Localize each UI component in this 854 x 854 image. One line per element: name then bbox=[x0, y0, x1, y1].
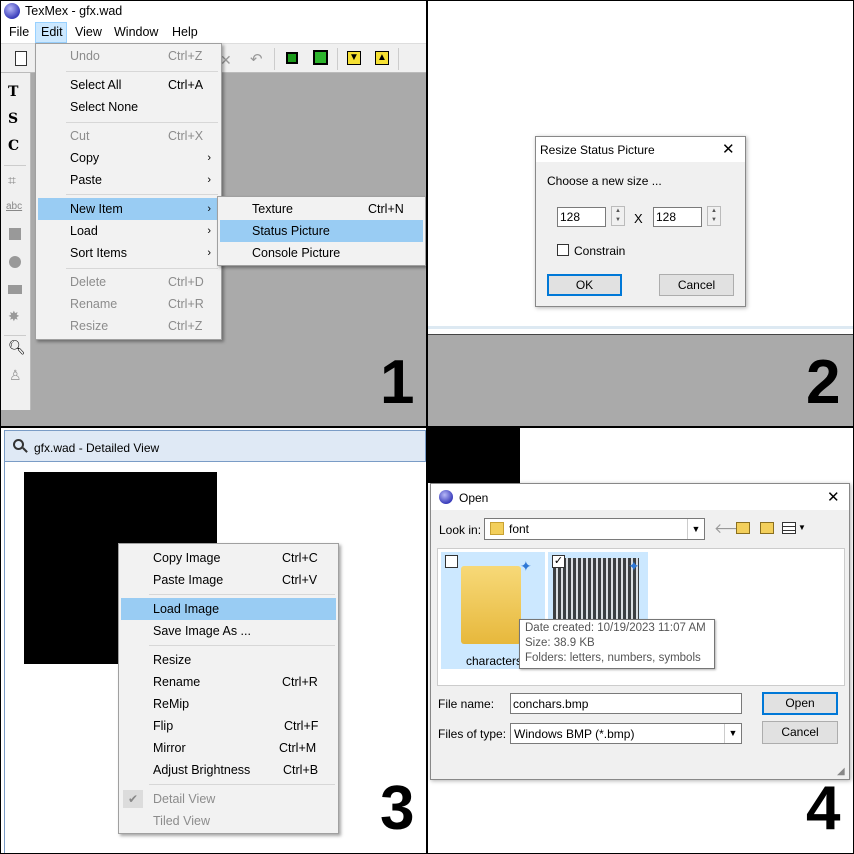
outer-frame bbox=[0, 0, 854, 854]
